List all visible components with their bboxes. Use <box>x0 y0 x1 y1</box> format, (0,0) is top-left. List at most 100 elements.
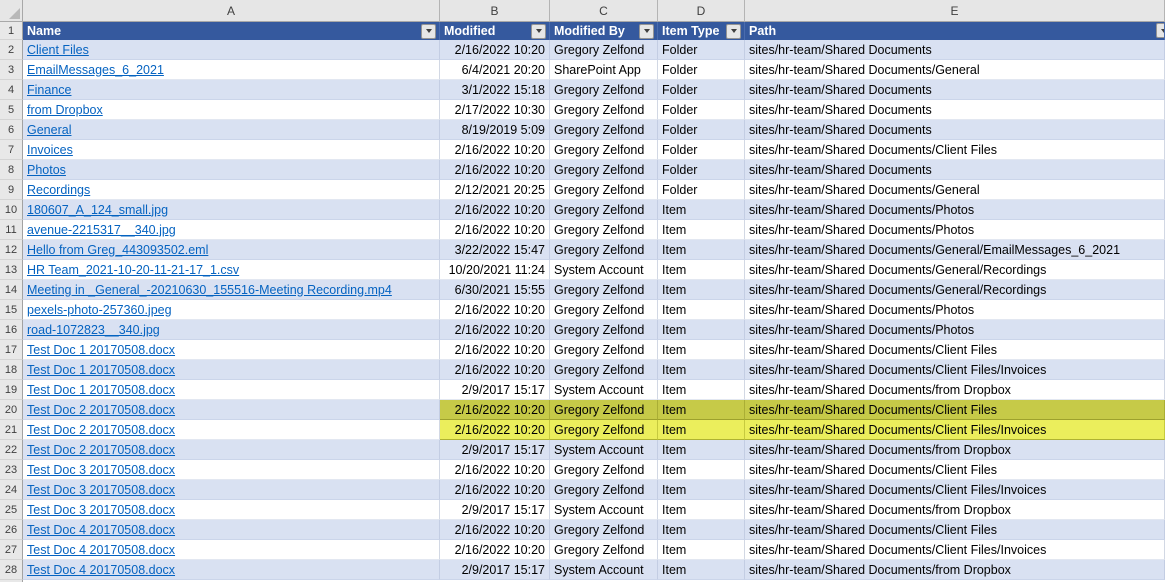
cell-modified-by[interactable]: Gregory Zelfond <box>550 280 658 300</box>
cell-modified[interactable]: 2/16/2022 10:20 <box>440 540 550 560</box>
cell-modified[interactable]: 2/16/2022 10:20 <box>440 40 550 60</box>
cell-path[interactable]: sites/hr-team/Shared Documents <box>745 160 1165 180</box>
cell-path[interactable]: sites/hr-team/Shared Documents/from Drop… <box>745 560 1165 580</box>
file-link[interactable]: Test Doc 4 20170508.docx <box>27 543 175 557</box>
cell-item-type[interactable]: Item <box>658 200 745 220</box>
cell-modified-by[interactable]: Gregory Zelfond <box>550 160 658 180</box>
cell-modified-by[interactable]: System Account <box>550 500 658 520</box>
file-link[interactable]: 180607_A_124_small.jpg <box>27 203 168 217</box>
row-number[interactable]: 20 <box>0 400 23 420</box>
cell-item-type[interactable]: Folder <box>658 100 745 120</box>
cell-path[interactable]: sites/hr-team/Shared Documents/Client Fi… <box>745 420 1165 440</box>
cell-path[interactable]: sites/hr-team/Shared Documents <box>745 100 1165 120</box>
file-link[interactable]: Test Doc 3 20170508.docx <box>27 463 175 477</box>
cell-item-type[interactable]: Item <box>658 440 745 460</box>
file-link[interactable]: Finance <box>27 83 71 97</box>
file-link[interactable]: Test Doc 1 20170508.docx <box>27 383 175 397</box>
file-link[interactable]: Test Doc 1 20170508.docx <box>27 343 175 357</box>
cell-modified[interactable]: 2/16/2022 10:20 <box>440 360 550 380</box>
cell-name[interactable]: Test Doc 3 20170508.docx <box>23 480 440 500</box>
cell-modified[interactable]: 8/19/2019 5:09 <box>440 120 550 140</box>
cell-name[interactable]: Test Doc 1 20170508.docx <box>23 340 440 360</box>
cell-name[interactable]: Test Doc 1 20170508.docx <box>23 360 440 380</box>
cell-modified[interactable]: 2/16/2022 10:20 <box>440 200 550 220</box>
file-link[interactable]: Hello from Greg_443093502.eml <box>27 243 208 257</box>
cell-path[interactable]: sites/hr-team/Shared Documents/General <box>745 60 1165 80</box>
cell-path[interactable]: sites/hr-team/Shared Documents/Client Fi… <box>745 360 1165 380</box>
cell-name[interactable]: from Dropbox <box>23 100 440 120</box>
row-number[interactable]: 22 <box>0 440 23 460</box>
cell-item-type[interactable]: Item <box>658 460 745 480</box>
file-link[interactable]: Test Doc 3 20170508.docx <box>27 483 175 497</box>
filter-button-modified-by[interactable] <box>639 24 654 39</box>
cell-name[interactable]: Meeting in _General_-20210630_155516-Mee… <box>23 280 440 300</box>
cell-modified-by[interactable]: System Account <box>550 560 658 580</box>
file-link[interactable]: pexels-photo-257360.jpeg <box>27 303 172 317</box>
cell-path[interactable]: sites/hr-team/Shared Documents/Client Fi… <box>745 460 1165 480</box>
cell-modified[interactable]: 2/16/2022 10:20 <box>440 160 550 180</box>
cell-path[interactable]: sites/hr-team/Shared Documents/Client Fi… <box>745 400 1165 420</box>
cell-modified[interactable]: 2/16/2022 10:20 <box>440 420 550 440</box>
filter-button-path[interactable] <box>1156 23 1165 38</box>
cell-modified[interactable]: 6/4/2021 20:20 <box>440 60 550 80</box>
cell-name[interactable]: Test Doc 4 20170508.docx <box>23 560 440 580</box>
cell-path[interactable]: sites/hr-team/Shared Documents/Photos <box>745 320 1165 340</box>
cell-modified[interactable]: 2/16/2022 10:20 <box>440 400 550 420</box>
cell-path[interactable]: sites/hr-team/Shared Documents/from Drop… <box>745 440 1165 460</box>
row-number[interactable]: 24 <box>0 480 23 500</box>
cell-path[interactable]: sites/hr-team/Shared Documents/Photos <box>745 220 1165 240</box>
column-header-d[interactable]: D <box>658 0 745 22</box>
table-header-modified-by[interactable]: Modified By <box>550 22 658 40</box>
cell-modified[interactable]: 2/9/2017 15:17 <box>440 560 550 580</box>
cell-modified-by[interactable]: System Account <box>550 380 658 400</box>
cell-name[interactable]: avenue-2215317__340.jpg <box>23 220 440 240</box>
cell-item-type[interactable]: Folder <box>658 180 745 200</box>
cell-modified[interactable]: 10/20/2021 11:24 <box>440 260 550 280</box>
cell-name[interactable]: Invoices <box>23 140 440 160</box>
file-link[interactable]: Test Doc 2 20170508.docx <box>27 403 175 417</box>
cell-name[interactable]: Client Files <box>23 40 440 60</box>
file-link[interactable]: Test Doc 4 20170508.docx <box>27 523 175 537</box>
cell-modified[interactable]: 2/16/2022 10:20 <box>440 320 550 340</box>
file-link[interactable]: Test Doc 3 20170508.docx <box>27 503 175 517</box>
filter-button-name[interactable] <box>421 24 436 39</box>
cell-path[interactable]: sites/hr-team/Shared Documents/Photos <box>745 300 1165 320</box>
cell-name[interactable]: Hello from Greg_443093502.eml <box>23 240 440 260</box>
file-link[interactable]: Meeting in _General_-20210630_155516-Mee… <box>27 283 392 297</box>
cell-modified[interactable]: 6/30/2021 15:55 <box>440 280 550 300</box>
cell-item-type[interactable]: Folder <box>658 80 745 100</box>
cell-name[interactable]: Photos <box>23 160 440 180</box>
row-number[interactable]: 27 <box>0 540 23 560</box>
filter-button-item-type[interactable] <box>726 24 741 39</box>
cell-name[interactable]: General <box>23 120 440 140</box>
table-header-name[interactable]: Name <box>23 22 440 40</box>
file-link[interactable]: Test Doc 1 20170508.docx <box>27 363 175 377</box>
cell-modified[interactable]: 2/9/2017 15:17 <box>440 380 550 400</box>
cell-modified-by[interactable]: Gregory Zelfond <box>550 360 658 380</box>
filter-button-modified[interactable] <box>531 24 546 39</box>
cell-modified-by[interactable]: Gregory Zelfond <box>550 540 658 560</box>
cell-item-type[interactable]: Item <box>658 260 745 280</box>
row-number[interactable]: 18 <box>0 360 23 380</box>
cell-item-type[interactable]: Folder <box>658 120 745 140</box>
row-number[interactable]: 9 <box>0 180 23 200</box>
column-header-a[interactable]: A <box>23 0 440 22</box>
cell-modified-by[interactable]: Gregory Zelfond <box>550 420 658 440</box>
cell-name[interactable]: Test Doc 4 20170508.docx <box>23 520 440 540</box>
cell-path[interactable]: sites/hr-team/Shared Documents/General/E… <box>745 240 1165 260</box>
cell-modified-by[interactable]: Gregory Zelfond <box>550 400 658 420</box>
cell-item-type[interactable]: Folder <box>658 60 745 80</box>
cell-name[interactable]: Test Doc 2 20170508.docx <box>23 420 440 440</box>
row-number[interactable]: 13 <box>0 260 23 280</box>
cell-path[interactable]: sites/hr-team/Shared Documents/Client Fi… <box>745 340 1165 360</box>
cell-modified-by[interactable]: Gregory Zelfond <box>550 340 658 360</box>
cell-modified[interactable]: 3/1/2022 15:18 <box>440 80 550 100</box>
cell-path[interactable]: sites/hr-team/Shared Documents/General <box>745 180 1165 200</box>
cell-modified-by[interactable]: Gregory Zelfond <box>550 480 658 500</box>
table-header-item-type[interactable]: Item Type <box>658 22 745 40</box>
cell-item-type[interactable]: Item <box>658 500 745 520</box>
cell-modified-by[interactable]: Gregory Zelfond <box>550 300 658 320</box>
row-number[interactable]: 2 <box>0 40 23 60</box>
file-link[interactable]: Invoices <box>27 143 73 157</box>
file-link[interactable]: Test Doc 2 20170508.docx <box>27 443 175 457</box>
